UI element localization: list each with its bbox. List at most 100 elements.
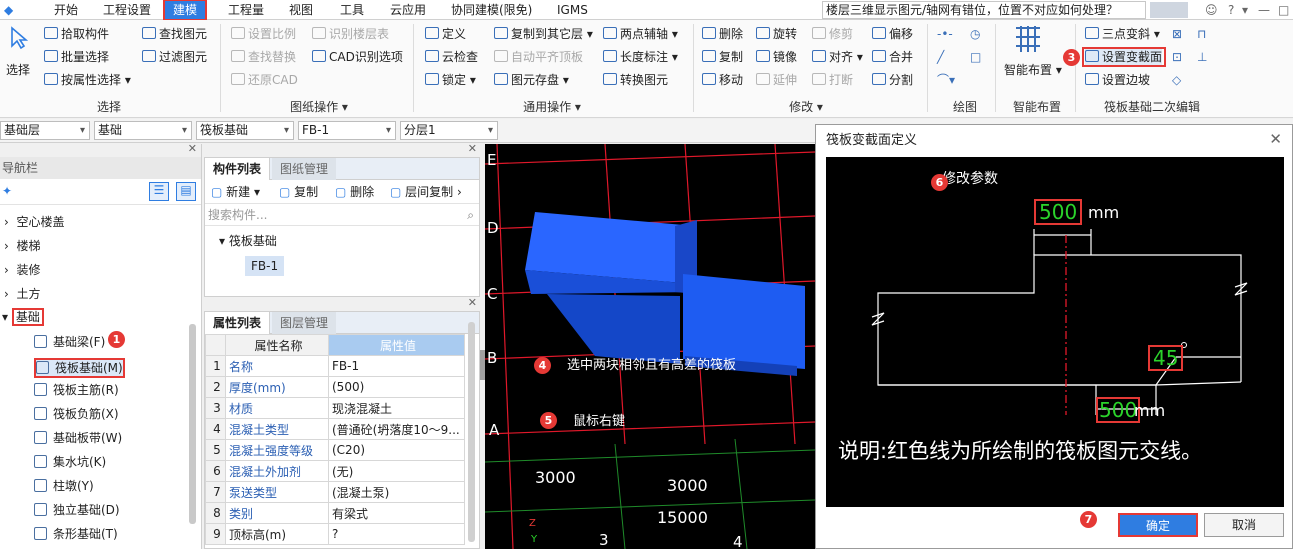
convert-element-button[interactable]: 转换图元 <box>603 72 668 88</box>
rect-draw-icon[interactable]: □ <box>970 49 981 65</box>
rotate-point-icon[interactable]: ◷ <box>970 26 980 42</box>
lock-button[interactable]: 锁定 ▾ <box>425 72 476 88</box>
new-button[interactable]: ▢ 新建 ▾ <box>211 184 260 200</box>
help-icon[interactable]: ? <box>1228 2 1234 18</box>
cut-tool-icon[interactable]: ⊥ <box>1197 49 1207 65</box>
splitter-handle[interactable] <box>480 350 485 380</box>
table-row[interactable]: 7 泵送类型 (混凝土泵) <box>205 481 465 503</box>
edge-tool-icon[interactable]: ◇ <box>1172 72 1181 88</box>
close-icon[interactable]: ✕ <box>468 296 477 309</box>
menu-view[interactable]: 视图 <box>289 2 313 18</box>
length-dimension-button[interactable]: 长度标注 ▾ <box>603 49 678 65</box>
menu-collab[interactable]: 协同建模(限免) <box>451 2 532 18</box>
tree-item-hollow-slab[interactable]: › 空心楼盖 <box>4 214 64 230</box>
auto-align-slab-button[interactable]: 自动平齐顶板 <box>494 49 583 65</box>
tab-drawing-management[interactable]: 图纸管理 <box>272 158 337 180</box>
question-search-box[interactable]: 楼层三维显示图元/轴网有错位，位置不对应如何处理？ <box>822 1 1146 19</box>
menu-tools[interactable]: 工具 <box>340 2 364 18</box>
floor-select[interactable]: 基础层 <box>0 121 90 140</box>
menu-modeling[interactable]: 建模 <box>162 0 208 21</box>
menu-project-settings[interactable]: 工程设置 <box>103 2 151 18</box>
cloud-check-button[interactable]: 云检查 <box>425 49 478 65</box>
close-icon[interactable]: ✕ <box>188 142 197 155</box>
category-select[interactable]: 基础 <box>94 121 192 140</box>
property-scrollbar[interactable] <box>468 322 475 542</box>
app-icon[interactable]: ◆ <box>4 2 13 18</box>
sub-item-raft-foundation[interactable]: 筏板基础(M) <box>34 358 125 378</box>
pick-component-button[interactable]: 拾取构件 <box>44 26 109 42</box>
tree-item-earthwork[interactable]: › 土方 <box>4 286 40 302</box>
trim-button[interactable]: 修剪 <box>812 26 853 42</box>
component-item-fb1[interactable]: FB-1 <box>245 256 285 276</box>
user-avatar[interactable] <box>1150 2 1188 18</box>
sub-item-foundation-beam[interactable]: 基础梁(F) <box>34 334 105 350</box>
move-button[interactable]: 移动 <box>702 72 743 88</box>
offset-button[interactable]: 偏移 <box>872 26 913 42</box>
line-draw-icon[interactable]: ╱ <box>937 49 944 65</box>
point-draw-icon[interactable]: -•- <box>937 26 953 42</box>
maximize-icon[interactable]: □ <box>1278 2 1289 18</box>
3d-viewport[interactable]: E D C B A 3 4 3000 3000 15000 Z Y 4 选中两块… <box>485 144 815 549</box>
sub-item-strip-foundation[interactable]: 条形基础(T) <box>34 526 118 542</box>
help-dropdown-icon[interactable]: ▾ <box>1242 2 1248 18</box>
component-select[interactable]: FB-1 <box>298 121 396 140</box>
batch-select-button[interactable]: 批量选择 <box>44 49 109 65</box>
mirror-button[interactable]: 镜像 <box>756 49 797 65</box>
identify-floor-table-button[interactable]: 识别楼层表 <box>312 26 389 42</box>
table-row[interactable]: 5 混凝土强度等级 (C20) <box>205 439 465 461</box>
rotate-button[interactable]: 旋转 <box>756 26 797 42</box>
table-row[interactable]: 1 名称 FB-1 <box>205 355 465 377</box>
menu-start[interactable]: 开始 <box>54 2 78 18</box>
save-element-button[interactable]: 图元存盘 ▾ <box>494 72 569 88</box>
table-row[interactable]: 4 混凝土类型 (普通砼(坍落度10～9... <box>205 418 465 440</box>
sub-item-raft-main-rebar[interactable]: 筏板主筋(R) <box>34 382 119 398</box>
inter-floor-copy-button[interactable]: ▢ 层间复制 › <box>390 184 462 200</box>
menu-igms[interactable]: IGMS <box>557 2 588 18</box>
break-button[interactable]: 打断 <box>812 72 853 88</box>
split-button[interactable]: 分割 <box>872 72 913 88</box>
table-row[interactable]: 3 材质 现浇混凝土 <box>205 397 465 419</box>
filter-element-button[interactable]: 过滤图元 <box>142 49 207 65</box>
detail-view-icon[interactable]: ▤ <box>176 182 196 201</box>
cancel-button[interactable]: 取消 <box>1204 513 1284 537</box>
component-search-input[interactable]: 搜索构件... <box>208 207 267 223</box>
param-top-width-input[interactable]: 500 <box>1034 199 1083 225</box>
align-button[interactable]: 对齐 ▾ <box>812 49 863 65</box>
view-section-icon[interactable]: ⊡ <box>1172 49 1182 65</box>
delete-button[interactable]: 删除 <box>702 26 743 42</box>
param-angle-input[interactable]: 45 <box>1148 345 1184 371</box>
search-icon[interactable]: ⌕ <box>467 207 474 223</box>
tree-item-stairs[interactable]: › 楼梯 <box>4 238 40 254</box>
find-element-button[interactable]: 查找图元 <box>142 26 207 42</box>
merge-button[interactable]: 合并 <box>872 49 913 65</box>
extend-button[interactable]: 延伸 <box>756 72 797 88</box>
pit-tool-icon[interactable]: ⊓ <box>1197 26 1206 42</box>
minimize-icon[interactable]: — <box>1258 2 1270 18</box>
copy-component-button[interactable]: ▢ 复制 <box>279 184 318 200</box>
table-row[interactable]: 2 厚度(mm) (500) <box>205 376 465 398</box>
arc-draw-icon[interactable]: ⌒▾ <box>937 72 955 88</box>
layer-select[interactable]: 分层1 <box>400 121 498 140</box>
menu-quantity[interactable]: 工程量 <box>228 2 264 18</box>
copy-to-other-floor-button[interactable]: 复制到其它层 ▾ <box>494 26 593 42</box>
three-point-slope-button[interactable]: 三点变斜 ▾ <box>1085 26 1160 42</box>
tree-item-foundation[interactable]: ▾ 基础 <box>2 308 44 326</box>
set-slope-edge-button[interactable]: 设置边坡 <box>1085 72 1150 88</box>
tab-layer-management[interactable]: 图层管理 <box>272 312 337 334</box>
restore-cad-button[interactable]: 还原CAD <box>231 72 298 88</box>
tree-item-decoration[interactable]: › 装修 <box>4 262 40 278</box>
sub-item-sump[interactable]: 集水坑(K) <box>34 454 106 470</box>
menu-cloud[interactable]: 云应用 <box>390 2 426 18</box>
define-button[interactable]: 定义 <box>425 26 466 42</box>
find-replace-button[interactable]: 查找替换 <box>231 49 296 65</box>
select-button[interactable]: 选择 <box>6 62 30 78</box>
component-group-raft[interactable]: ▾ 筏板基础 <box>219 233 277 249</box>
close-icon[interactable]: ✕ <box>468 142 477 155</box>
table-row[interactable]: 6 混凝土外加剂 (无) <box>205 460 465 482</box>
sub-item-slab-strip[interactable]: 基础板带(W) <box>34 430 122 446</box>
smart-layout-button[interactable]: 智能布置 ▾ <box>1004 62 1062 78</box>
close-icon[interactable]: ✕ <box>1269 131 1282 147</box>
nav-scrollbar[interactable] <box>189 324 196 524</box>
copy-button[interactable]: 复制 <box>702 49 743 65</box>
sub-item-column-pier[interactable]: 柱墩(Y) <box>34 478 94 494</box>
